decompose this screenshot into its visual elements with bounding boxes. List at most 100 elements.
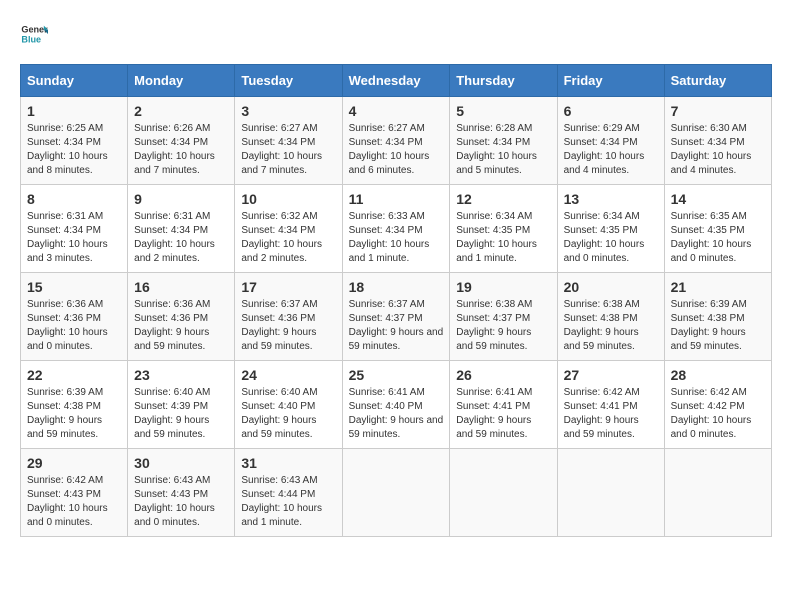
day-info: Sunrise: 6:29 AM Sunset: 4:34 PM Dayligh… (564, 122, 658, 178)
day-number: 6 (564, 103, 658, 119)
svg-text:Blue: Blue (21, 34, 41, 44)
calendar-day: 5 Sunrise: 6:28 AM Sunset: 4:34 PM Dayli… (450, 97, 557, 185)
day-info: Sunrise: 6:41 AM Sunset: 4:40 PM Dayligh… (349, 386, 444, 442)
day-number: 11 (349, 191, 444, 207)
day-info: Sunrise: 6:43 AM Sunset: 4:44 PM Dayligh… (241, 474, 335, 530)
day-info: Sunrise: 6:39 AM Sunset: 4:38 PM Dayligh… (671, 298, 765, 354)
calendar-day: 26 Sunrise: 6:41 AM Sunset: 4:41 PM Dayl… (450, 361, 557, 449)
weekday-header: Monday (128, 65, 235, 97)
day-info: Sunrise: 6:25 AM Sunset: 4:34 PM Dayligh… (27, 122, 121, 178)
day-number: 3 (241, 103, 335, 119)
weekday-header: Friday (557, 65, 664, 97)
calendar-day: 11 Sunrise: 6:33 AM Sunset: 4:34 PM Dayl… (342, 185, 450, 273)
calendar-day: 16 Sunrise: 6:36 AM Sunset: 4:36 PM Dayl… (128, 273, 235, 361)
day-number: 15 (27, 279, 121, 295)
day-info: Sunrise: 6:28 AM Sunset: 4:34 PM Dayligh… (456, 122, 550, 178)
day-number: 12 (456, 191, 550, 207)
day-number: 2 (134, 103, 228, 119)
day-number: 25 (349, 367, 444, 383)
calendar-day: 13 Sunrise: 6:34 AM Sunset: 4:35 PM Dayl… (557, 185, 664, 273)
day-info: Sunrise: 6:42 AM Sunset: 4:42 PM Dayligh… (671, 386, 765, 442)
day-info: Sunrise: 6:32 AM Sunset: 4:34 PM Dayligh… (241, 210, 335, 266)
calendar-day: 19 Sunrise: 6:38 AM Sunset: 4:37 PM Dayl… (450, 273, 557, 361)
calendar-week: 8 Sunrise: 6:31 AM Sunset: 4:34 PM Dayli… (21, 185, 772, 273)
calendar-day: 8 Sunrise: 6:31 AM Sunset: 4:34 PM Dayli… (21, 185, 128, 273)
weekday-header: Saturday (664, 65, 771, 97)
calendar-day: 4 Sunrise: 6:27 AM Sunset: 4:34 PM Dayli… (342, 97, 450, 185)
calendar-week: 29 Sunrise: 6:42 AM Sunset: 4:43 PM Dayl… (21, 449, 772, 537)
calendar-day: 15 Sunrise: 6:36 AM Sunset: 4:36 PM Dayl… (21, 273, 128, 361)
calendar-day: 20 Sunrise: 6:38 AM Sunset: 4:38 PM Dayl… (557, 273, 664, 361)
day-info: Sunrise: 6:33 AM Sunset: 4:34 PM Dayligh… (349, 210, 444, 266)
day-info: Sunrise: 6:38 AM Sunset: 4:37 PM Dayligh… (456, 298, 550, 354)
calendar-day: 27 Sunrise: 6:42 AM Sunset: 4:41 PM Dayl… (557, 361, 664, 449)
calendar-day: 3 Sunrise: 6:27 AM Sunset: 4:34 PM Dayli… (235, 97, 342, 185)
day-number: 5 (456, 103, 550, 119)
day-info: Sunrise: 6:36 AM Sunset: 4:36 PM Dayligh… (27, 298, 121, 354)
calendar-week: 1 Sunrise: 6:25 AM Sunset: 4:34 PM Dayli… (21, 97, 772, 185)
calendar-day: 24 Sunrise: 6:40 AM Sunset: 4:40 PM Dayl… (235, 361, 342, 449)
day-number: 29 (27, 455, 121, 471)
day-number: 18 (349, 279, 444, 295)
calendar-day: 2 Sunrise: 6:26 AM Sunset: 4:34 PM Dayli… (128, 97, 235, 185)
calendar-day: 9 Sunrise: 6:31 AM Sunset: 4:34 PM Dayli… (128, 185, 235, 273)
day-info: Sunrise: 6:38 AM Sunset: 4:38 PM Dayligh… (564, 298, 658, 354)
day-info: Sunrise: 6:43 AM Sunset: 4:43 PM Dayligh… (134, 474, 228, 530)
day-info: Sunrise: 6:31 AM Sunset: 4:34 PM Dayligh… (27, 210, 121, 266)
day-number: 24 (241, 367, 335, 383)
day-number: 28 (671, 367, 765, 383)
calendar-day: 31 Sunrise: 6:43 AM Sunset: 4:44 PM Dayl… (235, 449, 342, 537)
day-number: 31 (241, 455, 335, 471)
day-number: 4 (349, 103, 444, 119)
day-number: 14 (671, 191, 765, 207)
day-info: Sunrise: 6:35 AM Sunset: 4:35 PM Dayligh… (671, 210, 765, 266)
calendar-day: 28 Sunrise: 6:42 AM Sunset: 4:42 PM Dayl… (664, 361, 771, 449)
day-number: 21 (671, 279, 765, 295)
empty-cell (664, 449, 771, 537)
day-number: 26 (456, 367, 550, 383)
day-number: 27 (564, 367, 658, 383)
calendar-day: 14 Sunrise: 6:35 AM Sunset: 4:35 PM Dayl… (664, 185, 771, 273)
day-info: Sunrise: 6:41 AM Sunset: 4:41 PM Dayligh… (456, 386, 550, 442)
empty-cell (342, 449, 450, 537)
day-number: 8 (27, 191, 121, 207)
day-number: 22 (27, 367, 121, 383)
calendar-day: 18 Sunrise: 6:37 AM Sunset: 4:37 PM Dayl… (342, 273, 450, 361)
calendar-day: 29 Sunrise: 6:42 AM Sunset: 4:43 PM Dayl… (21, 449, 128, 537)
calendar-day: 7 Sunrise: 6:30 AM Sunset: 4:34 PM Dayli… (664, 97, 771, 185)
day-number: 23 (134, 367, 228, 383)
calendar-day: 23 Sunrise: 6:40 AM Sunset: 4:39 PM Dayl… (128, 361, 235, 449)
day-info: Sunrise: 6:42 AM Sunset: 4:41 PM Dayligh… (564, 386, 658, 442)
calendar-day: 1 Sunrise: 6:25 AM Sunset: 4:34 PM Dayli… (21, 97, 128, 185)
calendar-table: SundayMondayTuesdayWednesdayThursdayFrid… (20, 64, 772, 537)
calendar-day: 10 Sunrise: 6:32 AM Sunset: 4:34 PM Dayl… (235, 185, 342, 273)
weekday-header: Tuesday (235, 65, 342, 97)
day-info: Sunrise: 6:39 AM Sunset: 4:38 PM Dayligh… (27, 386, 121, 442)
day-number: 9 (134, 191, 228, 207)
day-info: Sunrise: 6:34 AM Sunset: 4:35 PM Dayligh… (564, 210, 658, 266)
day-info: Sunrise: 6:31 AM Sunset: 4:34 PM Dayligh… (134, 210, 228, 266)
empty-cell (450, 449, 557, 537)
day-number: 30 (134, 455, 228, 471)
logo-icon: General Blue (20, 20, 48, 48)
calendar-day: 17 Sunrise: 6:37 AM Sunset: 4:36 PM Dayl… (235, 273, 342, 361)
day-info: Sunrise: 6:36 AM Sunset: 4:36 PM Dayligh… (134, 298, 228, 354)
day-info: Sunrise: 6:34 AM Sunset: 4:35 PM Dayligh… (456, 210, 550, 266)
calendar-week: 15 Sunrise: 6:36 AM Sunset: 4:36 PM Dayl… (21, 273, 772, 361)
day-info: Sunrise: 6:30 AM Sunset: 4:34 PM Dayligh… (671, 122, 765, 178)
day-info: Sunrise: 6:27 AM Sunset: 4:34 PM Dayligh… (241, 122, 335, 178)
page-header: General Blue (20, 20, 772, 48)
day-info: Sunrise: 6:37 AM Sunset: 4:37 PM Dayligh… (349, 298, 444, 354)
day-number: 1 (27, 103, 121, 119)
day-number: 20 (564, 279, 658, 295)
day-number: 10 (241, 191, 335, 207)
day-number: 17 (241, 279, 335, 295)
header-row: SundayMondayTuesdayWednesdayThursdayFrid… (21, 65, 772, 97)
weekday-header: Thursday (450, 65, 557, 97)
day-info: Sunrise: 6:40 AM Sunset: 4:40 PM Dayligh… (241, 386, 335, 442)
calendar-day: 21 Sunrise: 6:39 AM Sunset: 4:38 PM Dayl… (664, 273, 771, 361)
day-number: 13 (564, 191, 658, 207)
day-info: Sunrise: 6:37 AM Sunset: 4:36 PM Dayligh… (241, 298, 335, 354)
weekday-header: Wednesday (342, 65, 450, 97)
day-info: Sunrise: 6:42 AM Sunset: 4:43 PM Dayligh… (27, 474, 121, 530)
